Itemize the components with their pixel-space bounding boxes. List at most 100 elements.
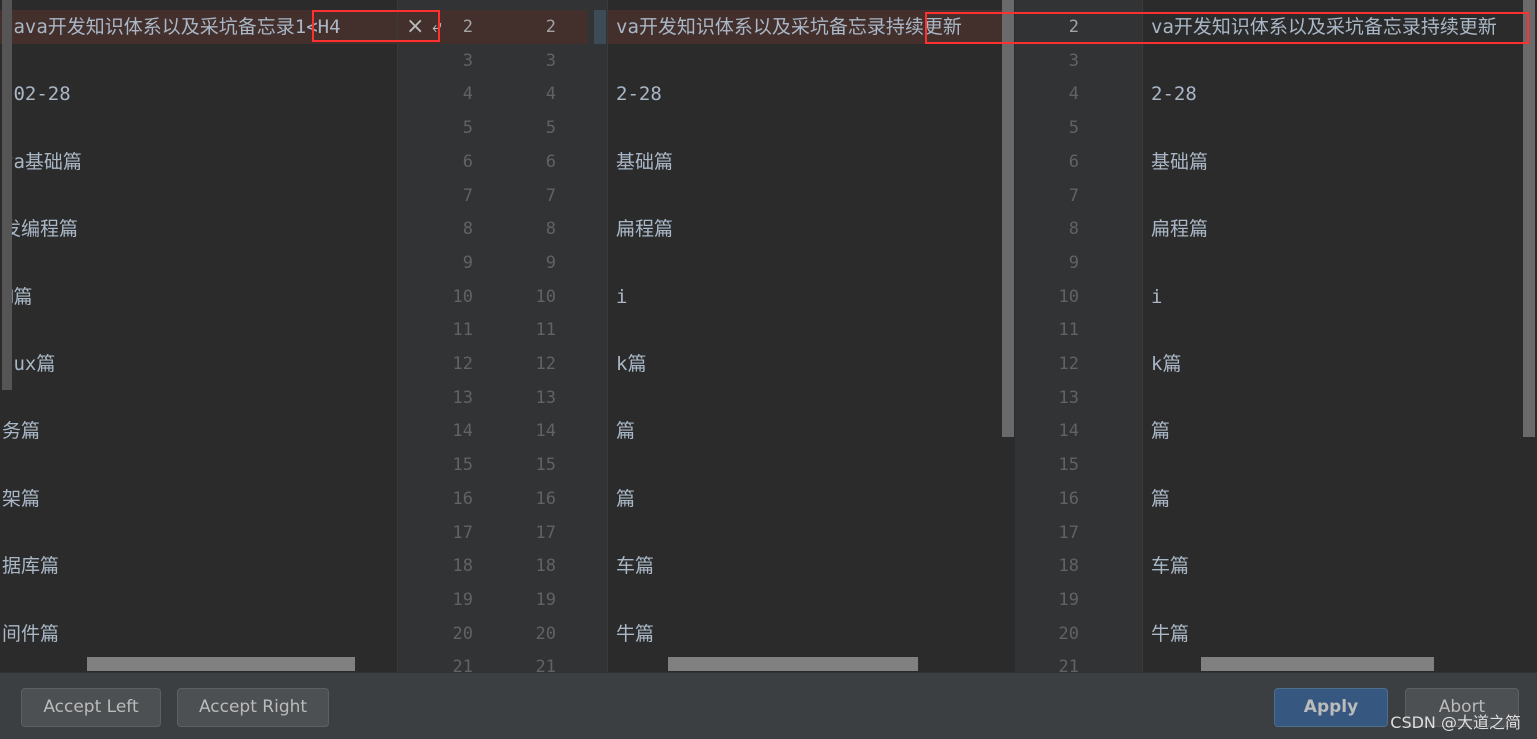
line-number: 10 [535,286,556,307]
code-line: 篇 [1151,487,1171,510]
line-number: 18 [452,556,473,577]
line-number: 12 [452,354,473,374]
code-line: -02-28 [2,83,71,106]
line-number: 21 [1058,657,1079,672]
line-number: 17 [535,522,556,543]
line-number: 10 [1058,286,1079,307]
line-number: 16 [535,488,556,509]
line-number: 17 [452,522,473,543]
line-number: 8 [545,219,556,240]
line-number: 15 [452,455,473,476]
left-editor-panel[interactable]: Java开发知识体系以及采坑备忘录1<H4 -02-28 va基础篇 发编程篇 M篇 nu… [0,0,397,672]
code-line: k篇 [1151,353,1182,375]
code-line: 据库篇 [2,555,60,578]
line-number: 11 [535,320,556,341]
watermark: CSDN @大道之简 [1390,713,1521,732]
code-line: 牛篇 [1151,622,1190,645]
code-line: 篇 [1151,420,1171,443]
line-number: 14 [535,421,556,442]
line-number: 3 [462,50,473,71]
line-number: 12 [1058,354,1079,374]
right-gutter: 2 3 4 5 6 7 8 9 10 11 12 13 14 15 16 17 18 19 20 21 [1015,0,1143,672]
line-number: 3 [1068,50,1079,71]
apply-button[interactable]: Apply [1274,688,1388,727]
line-number: 4 [1068,84,1079,105]
annotation-box [925,12,1529,44]
line-number: 11 [452,320,473,341]
line-number: 4 [462,84,473,105]
line-number: 14 [1058,421,1079,442]
code-line: 篇 [616,420,636,443]
line-number: 15 [535,455,556,476]
code-line: 扁程篇 [1151,218,1209,241]
line-number: 20 [452,623,473,644]
line-number: 21 [535,657,556,672]
line-number: 7 [462,185,473,206]
line-number: 8 [462,219,473,240]
line-number: 19 [535,589,556,610]
code-line: 间件篇 [2,622,60,645]
line-number: 7 [545,185,556,206]
line-number: 6 [545,151,556,172]
code-line: va开发知识体系以及采坑备忘录持续更新 [616,16,962,38]
dialog-button-bar: Accept Left Accept Right Apply Abort CSD… [0,672,1537,739]
line-number: 9 [462,252,473,273]
code-line: 架篇 [2,487,41,510]
line-number: 13 [452,387,473,408]
code-line: 2-28 [1151,83,1197,106]
code-line: 务篇 [2,420,41,443]
line-number: 13 [1058,387,1079,408]
line-number: 5 [545,118,556,139]
right-editor-panel[interactable]: va开发知识体系以及采坑备忘录持续更新 2-28 基础篇 扁程篇 i k篇篇篇车篇 牛篇 [1143,0,1537,672]
code-line: i [616,285,628,308]
code-line: 2-28 [616,83,662,106]
code-line: 牛篇 [616,622,655,645]
code-line: k篇 [616,353,647,375]
line-number: 13 [535,387,556,408]
line-number: 7 [1068,185,1079,206]
code-line: 车篇 [1151,555,1190,578]
line-number: 11 [1058,320,1079,341]
line-number: 16 [452,488,473,509]
code-line: 扁程篇 [616,218,674,241]
line-number: 20 [1058,623,1079,644]
middle-editor-panel[interactable]: va开发知识体系以及采坑备忘录持续更新 2-28 基础篇 扁程篇 i k篇篇篇车篇 牛篇 [607,0,1015,672]
line-number: 9 [545,252,556,273]
code-line: va基础篇 [2,150,82,173]
accept-left-button[interactable]: Accept Left [21,688,161,727]
code-line: 篇 [616,487,636,510]
line-number: 20 [535,623,556,644]
line-number: 9 [1068,252,1079,273]
line-number: 3 [545,50,556,71]
left-vertical-scrollbar[interactable] [2,0,12,390]
middle-vertical-scrollbar[interactable] [1002,0,1014,437]
code-line: i [1151,285,1163,308]
middle-horizontal-scrollbar[interactable] [668,657,918,671]
line-number: 17 [1058,522,1079,543]
line-number: 10 [452,286,473,307]
line-number: 4 [545,84,556,105]
line-number: 15 [1058,455,1079,476]
annotation-box [312,10,440,42]
left-horizontal-scrollbar[interactable] [87,657,355,671]
left-gutter: × ⤶ 2 2 3 3 4 4 5 5 6 6 7 7 8 8 9 9 10 10 11 11 12 12 13 13 14 14… [397,0,607,672]
line-number: 6 [462,151,473,172]
line-number: 19 [1058,589,1079,610]
code-line: 基础篇 [616,150,674,173]
line-number: 19 [452,589,473,610]
line-number: 6 [1068,151,1079,172]
code-line: 基础篇 [1151,150,1209,173]
line-number: 5 [462,118,473,139]
line-number: 18 [1058,556,1079,577]
line-number: 8 [1068,219,1079,240]
right-vertical-scrollbar[interactable] [1523,0,1535,437]
line-number: 18 [535,556,556,577]
line-number: 5 [1068,118,1079,139]
line-number: 21 [452,657,473,672]
code-line: Java开发知识体系以及采坑备忘录1<H4 [2,16,341,38]
line-number: 14 [452,421,473,442]
accept-right-button[interactable]: Accept Right [177,688,329,727]
right-horizontal-scrollbar[interactable] [1201,657,1434,671]
line-number: 12 [535,354,556,374]
line-number: 16 [1058,488,1079,509]
